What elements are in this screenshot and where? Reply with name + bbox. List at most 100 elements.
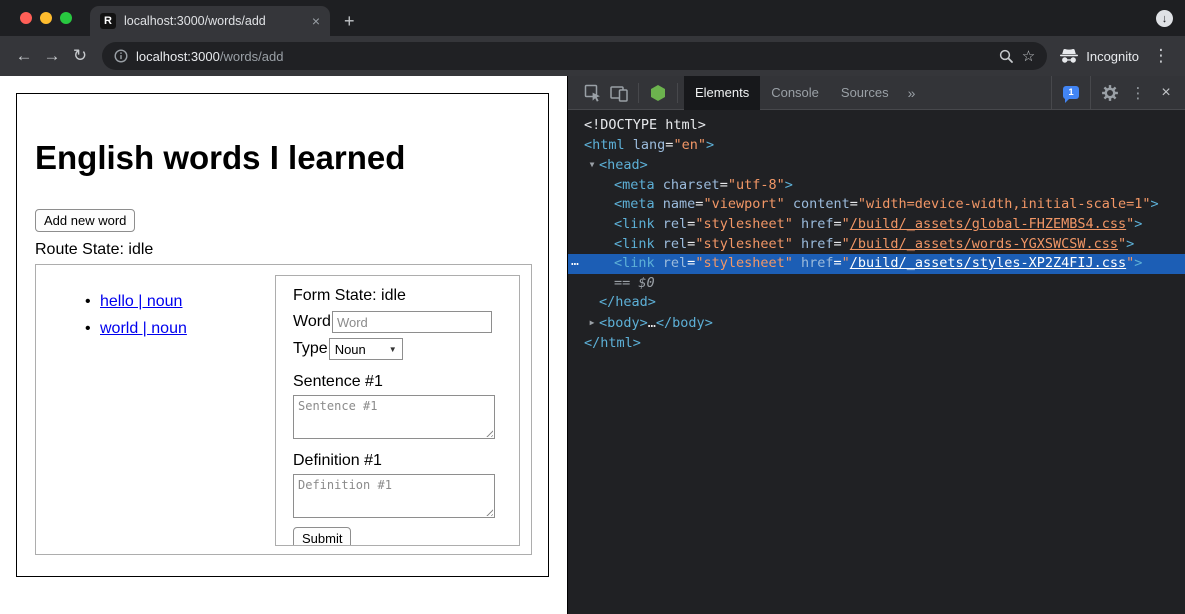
minimize-window-button[interactable] — [40, 12, 52, 24]
code-line[interactable]: <link rel="stylesheet" href="/build/_ass… — [568, 215, 1185, 235]
browser-menu-kebab-icon[interactable]: ⋮ — [1147, 46, 1175, 66]
code-token: "en" — [673, 137, 706, 153]
devtools-close-icon[interactable]: × — [1153, 80, 1179, 106]
code-token: > — [1134, 216, 1142, 232]
code-token — [793, 216, 801, 232]
code-token: /build/_assets/words-YGXSWCSW.css — [850, 236, 1118, 252]
code-line[interactable]: == $0 — [568, 274, 1185, 294]
incognito-label: Incognito — [1086, 49, 1139, 64]
code-line[interactable]: …<link rel="stylesheet" href="/build/_as… — [568, 254, 1185, 274]
devtools-menu-kebab-icon[interactable]: ⋮ — [1125, 80, 1151, 106]
more-tabs-icon[interactable]: » — [900, 85, 924, 101]
close-window-button[interactable] — [20, 12, 32, 24]
code-token: <body> — [599, 315, 648, 331]
devtools-right-controls: ⋮ × — [1091, 80, 1185, 106]
issues-badge[interactable]: 1 — [1051, 76, 1091, 109]
titlebar: R localhost:3000/words/add × + ↓ — [0, 0, 1185, 36]
code-token: /build/_assets/styles-XP2Z4FIJ.css — [850, 255, 1126, 271]
browser-tab[interactable]: R localhost:3000/words/add × — [90, 6, 330, 36]
remix-favicon-icon: R — [100, 13, 116, 29]
submit-button[interactable]: Submit — [293, 527, 351, 546]
type-select[interactable]: Noun ▼ — [329, 338, 403, 360]
code-token: > — [1134, 255, 1142, 271]
collapse-arrow-icon[interactable]: ▼ — [585, 155, 599, 175]
add-new-word-button[interactable]: Add new word — [35, 209, 135, 232]
code-line[interactable]: </head> — [568, 293, 1185, 313]
word-input[interactable] — [332, 311, 492, 333]
content-area: English words I learned Add new word Rou… — [0, 76, 1185, 614]
code-line[interactable]: <html lang="en"> — [568, 136, 1185, 156]
code-token: " — [842, 236, 850, 252]
navigation-bar: ← → ↻ localhost:3000/words/add ☆ Incogni… — [0, 36, 1185, 76]
device-toolbar-icon[interactable] — [606, 80, 632, 106]
code-token — [785, 196, 793, 212]
tab-title: localhost:3000/words/add — [124, 14, 310, 28]
code-token: <meta — [614, 196, 655, 212]
code-line[interactable]: <!DOCTYPE html> — [568, 116, 1185, 136]
forward-button[interactable]: → — [38, 46, 66, 66]
toolbar-divider — [638, 83, 639, 103]
settings-gear-icon[interactable] — [1097, 80, 1123, 106]
code-line[interactable]: ▶<body>…</body> — [568, 313, 1185, 334]
fullscreen-window-button[interactable] — [60, 12, 72, 24]
code-line[interactable]: <link rel="stylesheet" href="/build/_ass… — [568, 235, 1185, 255]
code-token: == $0 — [614, 275, 655, 291]
code-token: </head> — [599, 294, 656, 310]
devtools-tab-sources[interactable]: Sources — [830, 76, 900, 110]
devtools-panel: Elements Console Sources » 1 ⋮ × — [567, 76, 1185, 614]
code-line[interactable]: </html> — [568, 334, 1185, 354]
incognito-badge: Incognito — [1059, 48, 1139, 64]
expand-arrow-icon[interactable]: ▶ — [585, 313, 599, 333]
incognito-icon — [1059, 48, 1079, 64]
code-token: <link — [614, 255, 655, 271]
bullet-icon: • — [85, 319, 91, 338]
type-select-value: Noun — [335, 342, 366, 357]
url-text: localhost:3000/words/add — [136, 49, 991, 64]
sentence-textarea[interactable] — [293, 395, 495, 439]
more-actions-icon[interactable]: … — [571, 252, 580, 272]
back-button[interactable]: ← — [10, 46, 38, 66]
code-token: <head> — [599, 157, 648, 173]
word-link-hello[interactable]: hello | noun — [100, 293, 182, 310]
form-state-text: Form State: idle — [293, 286, 509, 305]
word-link-world[interactable]: world | noun — [100, 320, 187, 337]
tab-close-icon[interactable]: × — [310, 14, 322, 28]
inspect-element-icon[interactable] — [580, 80, 606, 106]
devtools-tab-console[interactable]: Console — [760, 76, 830, 110]
type-label: Type — [293, 340, 328, 358]
code-token: "width=device-width,initial-scale=1" — [858, 196, 1151, 212]
code-line[interactable]: <meta charset="utf-8"> — [568, 176, 1185, 196]
code-token: rel — [663, 255, 687, 271]
code-line[interactable]: <meta name="viewport" content="width=dev… — [568, 195, 1185, 215]
reload-button[interactable]: ↻ — [66, 46, 94, 66]
code-token — [655, 177, 663, 193]
code-token: <!DOCTYPE html> — [584, 117, 706, 133]
node-extension-icon[interactable] — [645, 80, 671, 106]
code-token: > — [785, 177, 793, 193]
definition-textarea[interactable] — [293, 474, 495, 518]
bookmark-star-icon[interactable]: ☆ — [1022, 47, 1035, 65]
url-path: /words/add — [220, 49, 284, 64]
code-token: " — [842, 255, 850, 271]
code-token: </html> — [584, 335, 641, 351]
code-token: rel — [663, 216, 687, 232]
code-line[interactable]: ▼<head> — [568, 155, 1185, 176]
code-token — [655, 236, 663, 252]
address-bar[interactable]: localhost:3000/words/add ☆ — [102, 42, 1047, 70]
code-token: " — [842, 216, 850, 232]
bullet-icon: • — [85, 292, 91, 311]
zoom-icon[interactable] — [999, 49, 1014, 64]
new-tab-button[interactable]: + — [344, 12, 355, 30]
code-token: href — [801, 255, 834, 271]
code-token: lang — [633, 137, 666, 153]
code-token — [793, 236, 801, 252]
route-state-text: Route State: idle — [35, 240, 548, 259]
elements-tree[interactable]: <!DOCTYPE html><html lang="en">▼<head><m… — [568, 110, 1185, 614]
download-icon[interactable]: ↓ — [1156, 10, 1173, 27]
code-token: <link — [614, 216, 655, 232]
chevron-down-icon: ▼ — [389, 345, 397, 354]
code-token: charset — [663, 177, 720, 193]
page-info-icon[interactable] — [114, 49, 128, 63]
devtools-tab-elements[interactable]: Elements — [684, 76, 760, 110]
page-heading: English words I learned — [35, 140, 548, 176]
